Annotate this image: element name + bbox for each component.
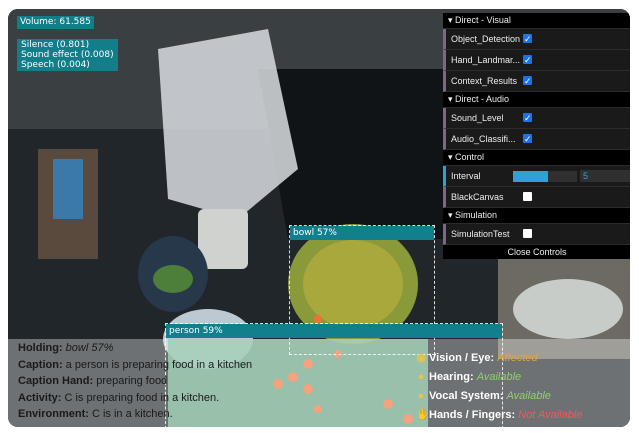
audio-class-sound-effect: Sound effect (0.008): [21, 50, 114, 60]
folder-direct-audio[interactable]: ▾ Direct - Audio: [443, 92, 630, 108]
interval-value-field[interactable]: 5: [580, 170, 630, 182]
detection-label-person: person 59%: [166, 324, 502, 338]
status-vocal: ● Vocal System: Available: [416, 387, 582, 406]
activity-line: Activity: C is preparing food in a kitch…: [18, 391, 220, 404]
hand-landmarks-checkbox[interactable]: [523, 50, 532, 70]
ear-icon: ●: [417, 371, 425, 383]
folder-simulation[interactable]: ▾ Simulation: [443, 208, 630, 224]
hand-icon: ✋: [416, 409, 430, 421]
volume-readout: Volume: 61.585: [17, 16, 94, 29]
ability-status-panel: ◉ Vision / Eye: Affected ● Hearing: Availa…: [416, 349, 582, 425]
interval-slider[interactable]: [513, 171, 577, 182]
status-hearing: ● Hearing: Available: [416, 368, 582, 387]
object-detection-checkbox[interactable]: [523, 29, 532, 49]
control-hand-landmarks[interactable]: Hand_Landmar...: [443, 50, 630, 71]
status-vision: ◉ Vision / Eye: Affected: [416, 349, 582, 368]
audio-classification-checkbox[interactable]: [523, 129, 532, 149]
black-canvas-checkbox[interactable]: [523, 192, 532, 201]
control-black-canvas[interactable]: BlackCanvas: [443, 187, 630, 208]
audio-class-silence: Silence (0.801): [21, 40, 90, 50]
control-context-results[interactable]: Context_Results: [443, 71, 630, 92]
eye-icon: ◉: [416, 352, 426, 364]
control-sound-level[interactable]: Sound_Level: [443, 108, 630, 129]
sound-level-checkbox[interactable]: [523, 108, 532, 128]
context-results-checkbox[interactable]: [523, 71, 532, 91]
close-controls-button[interactable]: Close Controls: [443, 245, 630, 259]
controls-panel: ▾ Direct - Visual Object_Detection Hand_…: [443, 13, 630, 259]
detection-label-bowl: bowl 57%: [290, 226, 434, 240]
control-audio-classification[interactable]: Audio_Classifi...: [443, 129, 630, 150]
environment-line: Environment: C is in a kitchen.: [18, 408, 173, 420]
audio-classification-panel: Silence (0.801) Sound effect (0.008) Spe…: [17, 39, 118, 71]
context-info-panel: Holding: bowl 57% Caption: a person is p…: [18, 340, 408, 423]
audio-class-speech: Speech (0.004): [21, 60, 90, 70]
folder-direct-visual[interactable]: ▾ Direct - Visual: [443, 13, 630, 29]
mouth-icon: ●: [417, 390, 425, 402]
control-interval[interactable]: Interval 5: [443, 166, 630, 187]
simulation-test-checkbox[interactable]: [523, 229, 532, 238]
caption-line: Caption: a person is preparing food in a…: [18, 358, 253, 371]
status-hands: ✋Hands / Fingers: Not Available: [416, 406, 582, 425]
caption-hand-line: Caption Hand: preparing food: [18, 375, 168, 387]
control-simulation-test[interactable]: SimulationTest: [443, 224, 630, 245]
folder-control[interactable]: ▾ Control: [443, 150, 630, 166]
camera-frame: Volume: 61.585 Silence (0.801) Sound eff…: [8, 9, 630, 427]
control-object-detection[interactable]: Object_Detection: [443, 29, 630, 50]
holding-line: Holding: bowl 57%: [18, 342, 114, 354]
